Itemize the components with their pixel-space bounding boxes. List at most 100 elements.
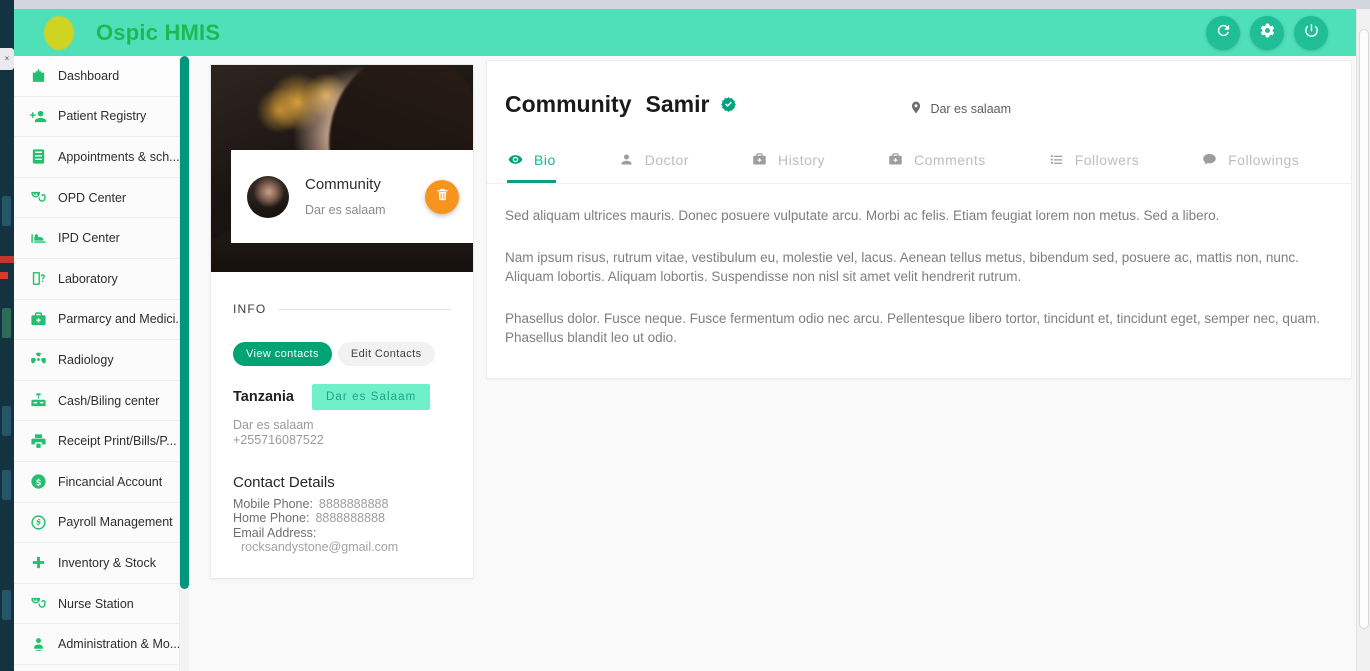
tab-followers[interactable]: Followers (1048, 141, 1139, 183)
window-title-bar (14, 0, 1370, 9)
eye-icon (507, 151, 524, 168)
address-line: Dar es salaam (233, 418, 314, 432)
contacts-toggle-group: View contacts Edit Contacts (233, 342, 451, 366)
sidebar-item-label: Receipt Print/Bills/P... (58, 434, 177, 449)
cash-register-icon (28, 391, 48, 411)
os-marker (0, 272, 8, 279)
sidebar-item-financial-account[interactable]: Fincancial Account (14, 461, 179, 503)
sidebar-item-nurse-station[interactable]: Nurse Station (14, 583, 179, 625)
delete-button[interactable] (425, 179, 459, 214)
tab-history[interactable]: History (751, 141, 825, 183)
sidebar-item-pharmacy[interactable]: Parmarcy and Medici... (14, 299, 179, 341)
os-chrome-strip: × (0, 0, 14, 671)
detail-header: Community Samir Dar es salaam (487, 61, 1351, 119)
stethoscope-icon (28, 594, 48, 614)
contact-row-email: Email Address: (233, 526, 451, 541)
sidebar-item-label: Cash/Biling center (58, 393, 160, 408)
os-marker (0, 256, 14, 263)
profile-identity-slab: Community Dar es salaam (231, 150, 473, 243)
user-admin-icon (28, 634, 48, 654)
sidebar-item-label: Inventory & Stock (58, 555, 156, 570)
plus-icon (28, 553, 48, 573)
sidebar-item-opd-center[interactable]: OPD Center (14, 177, 179, 219)
profile-name: Community (305, 176, 381, 193)
sidebar-nav: Dashboard Patient Registry Appointments … (14, 56, 180, 671)
list-icon (1048, 151, 1065, 168)
map-pin-icon (909, 99, 930, 119)
printer-icon (28, 431, 48, 451)
contact-value: 8888888888 (315, 511, 385, 525)
sidebar-item-inventory-stock[interactable]: Inventory & Stock (14, 543, 179, 584)
power-icon (1303, 22, 1320, 44)
tab-bio[interactable]: Bio (507, 141, 556, 183)
sidebar-item-administration[interactable]: Administration & Mo... (14, 624, 179, 665)
os-tab[interactable]: × (0, 48, 14, 70)
country-row: Tanzania Dar es Salaam (233, 384, 451, 410)
logo-dot-icon (44, 15, 74, 50)
edit-contacts-button[interactable]: Edit Contacts (337, 342, 435, 366)
sidebar-item-dashboard[interactable]: Dashboard (14, 56, 179, 97)
view-contacts-button[interactable]: View contacts (233, 342, 332, 366)
gear-icon (1259, 22, 1276, 44)
brand-title: Ospic HMIS (96, 19, 221, 45)
trash-icon (435, 187, 450, 207)
profile-location: Dar es salaam (305, 203, 386, 217)
page-scrollbar-thumb[interactable] (1359, 29, 1369, 629)
tab-label: Followings (1228, 151, 1300, 168)
os-ghost-item (2, 308, 11, 338)
sidebar-scrollbar-thumb[interactable] (180, 56, 189, 589)
sidebar-item-cash-billing[interactable]: Cash/Biling center (14, 380, 179, 422)
sidebar-item-label: Patient Registry (58, 109, 147, 124)
sidebar-item-patient-registry[interactable]: Patient Registry (14, 96, 179, 138)
profile-card-body: INFO View contacts Edit Contacts Tanzani… (211, 272, 473, 578)
page-title: Community Samir (505, 91, 737, 118)
settings-button[interactable] (1250, 15, 1284, 50)
sidebar-item-payroll[interactable]: Payroll Management (14, 502, 179, 544)
contact-email-value[interactable]: rocksandystone@gmail.com (233, 540, 451, 554)
page-scrollbar[interactable] (1356, 9, 1370, 671)
user-icon (618, 151, 635, 168)
tab-label: Bio (534, 151, 556, 168)
lab-flask-icon (28, 269, 48, 289)
sidebar-item-label: Administration & Mo... (58, 637, 179, 652)
verified-badge-icon (720, 96, 737, 113)
header-actions (1206, 15, 1328, 50)
bio-paragraph: Sed aliquam ultrices mauris. Donec posue… (505, 208, 1220, 223)
app-root: × Ospic HMIS Dashboard Patient Registry … (0, 0, 1370, 671)
medkit-icon (887, 151, 904, 168)
sidebar-item-appointments[interactable]: Appointments & sch... (14, 137, 179, 178)
calendar-icon (28, 147, 48, 167)
phone-line: +255716087522 (233, 432, 324, 447)
info-section-header: INFO (233, 302, 451, 316)
sidebar-item-receipt-print[interactable]: Receipt Print/Bills/P... (14, 421, 179, 462)
contact-row-home: Home Phone: 8888888888 (233, 511, 451, 526)
sidebar-item-radiology[interactable]: Radiology (14, 340, 179, 381)
power-button[interactable] (1294, 15, 1328, 50)
avatar (247, 175, 289, 218)
contact-key: Mobile Phone: (233, 496, 313, 511)
tab-doctor[interactable]: Doctor (618, 141, 689, 183)
sidebar-item-laboratory[interactable]: Laboratory (14, 258, 179, 300)
bio-paragraph: Phasellus dolor. Fusce neque. Fusce ferm… (505, 310, 1320, 346)
sidebar-scrollbar[interactable] (180, 56, 189, 671)
tab-label: History (777, 151, 826, 168)
sidebar-item-label: Parmarcy and Medici... (58, 312, 179, 327)
profile-cover-image: Community Dar es salaam (211, 65, 473, 272)
sidebar-item-ipd-center[interactable]: IPD Center (14, 218, 179, 259)
chat-bubble-icon (1201, 151, 1218, 168)
city-badge: Dar es Salaam (311, 384, 431, 410)
os-ghost-item (2, 590, 11, 620)
refresh-button[interactable] (1206, 15, 1240, 50)
sidebar-item-label: OPD Center (58, 190, 127, 205)
country-name: Tanzania (233, 389, 294, 405)
sidebar-item-label: Nurse Station (58, 596, 134, 611)
tab-label: Doctor (644, 151, 689, 168)
tab-comments[interactable]: Comments (887, 141, 986, 183)
sidebar-item-label: Dashboard (58, 68, 120, 83)
profile-card: Community Dar es salaam INFO View contac… (210, 64, 474, 579)
info-label: INFO (233, 302, 267, 316)
tab-followings[interactable]: Followings (1201, 141, 1299, 183)
tab-label: Comments (914, 151, 986, 168)
stethoscope-icon (28, 188, 48, 208)
page-title-first: Community (505, 91, 632, 117)
